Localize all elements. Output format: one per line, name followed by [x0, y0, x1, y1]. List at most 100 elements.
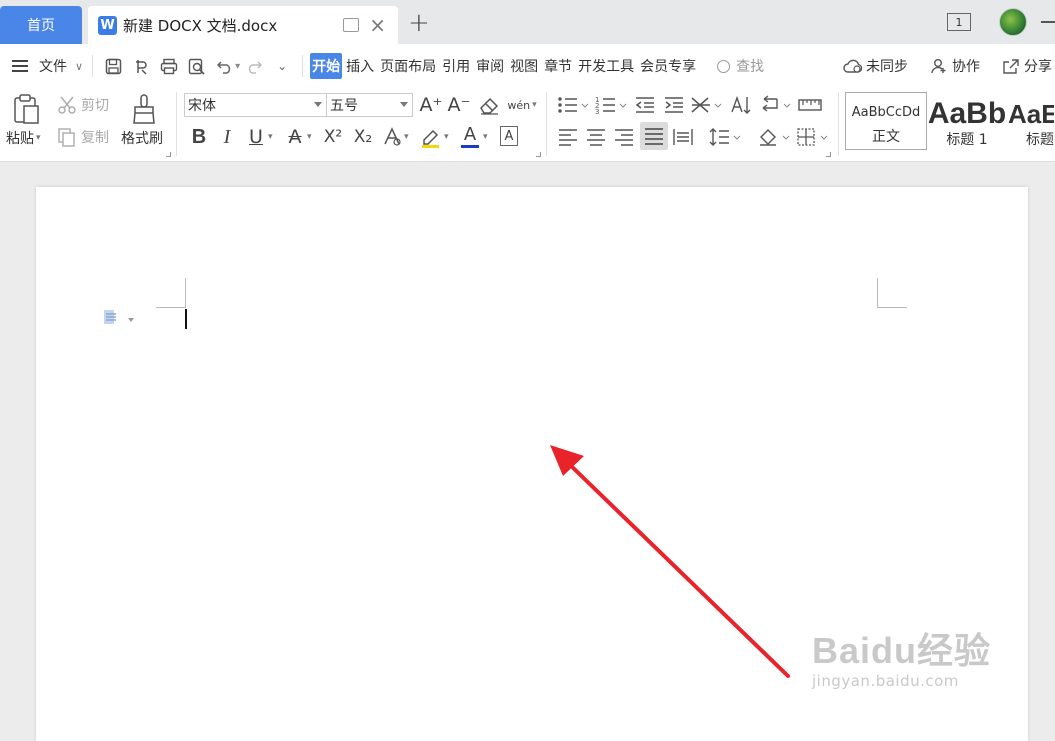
numbered-list-button[interactable]: 123	[595, 94, 629, 116]
output-pdf-icon[interactable]	[132, 57, 150, 75]
avatar[interactable]	[999, 8, 1027, 36]
italic-button[interactable]: I	[218, 124, 236, 150]
phonetic-guide-button[interactable]: wén ▾	[504, 92, 540, 118]
print-icon[interactable]	[160, 57, 178, 75]
undo-icon[interactable]	[216, 57, 234, 75]
sync-button[interactable]: 未同步	[840, 56, 911, 76]
cut-button[interactable]: 剪切	[57, 94, 109, 116]
style-normal[interactable]: AaBbCcDd 正文	[845, 92, 927, 150]
tab-2[interactable]: 页面布局	[378, 53, 438, 79]
font-size-select[interactable]: 五号	[326, 93, 413, 117]
distributed-button[interactable]	[672, 126, 694, 148]
bold-button[interactable]: B	[188, 124, 210, 150]
shrink-font-button[interactable]: A⁻	[447, 92, 471, 118]
watermark-logo: Baidu经验	[812, 630, 992, 671]
outdent-icon	[635, 97, 654, 113]
customize-toolbar-icon[interactable]: ⌄	[273, 57, 291, 75]
menu-icon[interactable]	[12, 60, 28, 72]
dialog-launcher-icon[interactable]	[166, 152, 171, 157]
style-heading-1[interactable]: AaBb 标题 1	[927, 92, 1007, 150]
paragraph-layout-icon[interactable]	[103, 309, 119, 325]
tab-document[interactable]: W 新建 DOCX 文档.docx ×	[88, 6, 398, 44]
strikethrough-button[interactable]: A	[283, 124, 307, 150]
character-border-button[interactable]: A	[500, 126, 518, 146]
format-painter-button[interactable]: 格式刷	[121, 128, 163, 148]
highlight-button[interactable]	[420, 124, 442, 150]
copy-button[interactable]: 复制	[57, 126, 109, 148]
format-painter-icon[interactable]	[128, 92, 160, 126]
chevron-down-icon	[400, 102, 408, 107]
chevron-down-icon[interactable]: ▾	[483, 132, 488, 142]
subscript-button[interactable]: X₂	[350, 124, 376, 150]
line-spacing-button[interactable]	[709, 126, 743, 148]
search-box[interactable]: 查找	[717, 56, 764, 76]
chinese-layout-button[interactable]	[690, 94, 724, 116]
minimize-icon[interactable]	[1041, 21, 1055, 23]
chevron-down-icon[interactable]: ▾	[307, 132, 312, 142]
ribbon: 粘贴 ▾ 剪切 复制 格式刷 宋体 五号 A⁺ A⁻ wén ▾ B I U ▾…	[0, 88, 1055, 162]
menu-bar: 文件 ∨ ▾ ⌄ 开始 插入 页面布局 引用 审阅 视图 章节 开发工具 会员专享 查找 未同步…	[0, 44, 1055, 88]
font-name-select[interactable]: 宋体	[184, 93, 327, 117]
align-left-button[interactable]	[557, 126, 579, 148]
superscript-button[interactable]: X²	[321, 124, 345, 150]
justify-button[interactable]	[640, 122, 668, 150]
eraser-icon	[480, 97, 499, 115]
tab-6[interactable]: 章节	[542, 53, 574, 79]
copy-icon	[58, 128, 75, 147]
justify-icon	[645, 128, 663, 145]
divider	[546, 92, 547, 156]
clear-format-button[interactable]	[477, 94, 501, 116]
tab-7[interactable]: 开发工具	[576, 53, 636, 79]
align-right-button[interactable]	[613, 126, 635, 148]
tab-4[interactable]: 审阅	[474, 53, 506, 79]
sort-button[interactable]	[729, 94, 753, 116]
tab-0[interactable]: 开始	[310, 53, 343, 79]
ruler-button[interactable]	[797, 94, 823, 116]
chevron-down-icon: ∨	[75, 59, 84, 73]
monitor-icon[interactable]	[343, 18, 360, 32]
collab-button[interactable]: 协作	[927, 56, 983, 76]
align-center-button[interactable]	[585, 126, 607, 148]
save-icon[interactable]	[104, 57, 122, 75]
bullet-list-button[interactable]	[557, 94, 591, 116]
paste-icon[interactable]	[10, 92, 42, 126]
shading-button[interactable]	[758, 126, 792, 148]
tab-1[interactable]: 插入	[344, 53, 376, 79]
redo-icon[interactable]	[245, 57, 263, 75]
chevron-down-icon[interactable]: ▾	[444, 132, 449, 142]
share-button[interactable]: 分享	[999, 56, 1055, 76]
style-heading-2[interactable]: AaE 标题	[1007, 92, 1055, 150]
chevron-down-icon[interactable]: ▾	[268, 132, 273, 142]
paste-label: 粘贴	[6, 131, 34, 147]
chevron-down-icon[interactable]	[128, 318, 134, 322]
search-icon	[717, 59, 731, 73]
chevron-down-icon	[314, 102, 322, 107]
text-effect-button[interactable]	[382, 124, 402, 150]
dialog-launcher-icon[interactable]	[536, 152, 541, 157]
font-color-button[interactable]: A	[459, 122, 481, 150]
paste-button[interactable]: 粘贴 ▾	[6, 128, 41, 148]
dialog-launcher-icon[interactable]	[826, 152, 831, 157]
undo-dropdown-icon[interactable]: ▾	[235, 61, 240, 72]
window-count-badge[interactable]: 1	[947, 13, 971, 31]
grow-font-button[interactable]: A⁺	[419, 92, 443, 118]
tab-5[interactable]: 视图	[508, 53, 540, 79]
tab-3[interactable]: 引用	[440, 53, 472, 79]
chevron-down-icon[interactable]: ▾	[404, 132, 409, 142]
add-tab-button[interactable]: +	[408, 8, 430, 38]
decrease-indent-button[interactable]	[633, 94, 657, 116]
search-label: 查找	[736, 59, 765, 75]
phonetic-icon: wén	[507, 98, 531, 112]
tab-home[interactable]: 首页	[0, 6, 82, 44]
borders-button[interactable]	[796, 126, 830, 148]
underline-button[interactable]: U	[244, 124, 268, 150]
tab-8[interactable]: 会员专享	[638, 53, 698, 79]
show-marks-button[interactable]	[759, 94, 793, 116]
increase-indent-button[interactable]	[662, 94, 686, 116]
close-icon[interactable]: ×	[369, 13, 386, 37]
file-menu[interactable]: 文件 ∨	[36, 56, 86, 76]
print-preview-icon[interactable]	[188, 57, 206, 75]
right-actions: 未同步 协作 分享	[824, 56, 1055, 76]
document-tab-title: 新建 DOCX 文档.docx	[123, 16, 278, 35]
cut-label: 剪切	[81, 98, 109, 114]
